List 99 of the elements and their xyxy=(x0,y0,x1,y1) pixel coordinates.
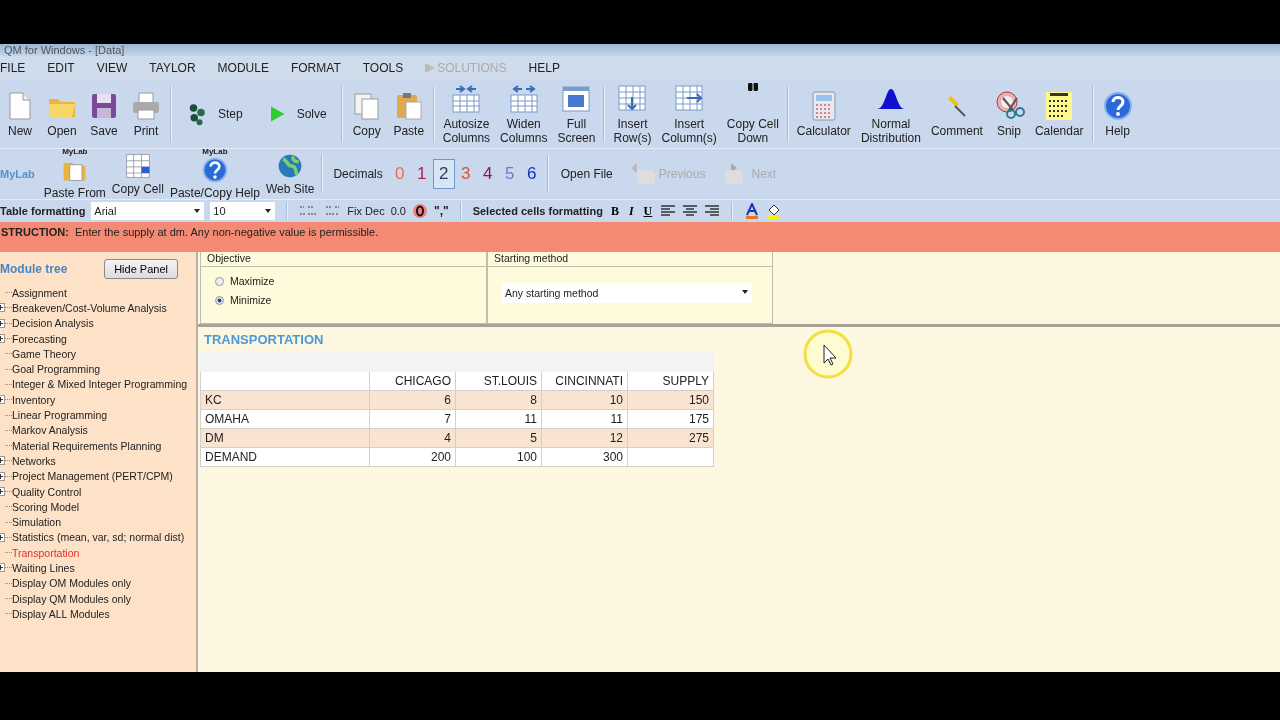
text-style-button[interactable]: U xyxy=(641,203,655,219)
toolbar-button[interactable]: Insert Row(s) xyxy=(609,83,656,145)
toolbar-button[interactable]: Solve xyxy=(254,102,337,126)
menu-item[interactable]: EDIT xyxy=(36,61,86,75)
instruction-bar: STRUCTION: Enter the supply at dm. Any non-negative value is permissible. xyxy=(0,222,1280,252)
table-icon xyxy=(123,152,152,180)
text-style-button[interactable]: B xyxy=(608,203,621,219)
tree-item[interactable]: Forecasting xyxy=(12,332,67,345)
module-tree-title: Module tree xyxy=(0,262,68,276)
menu-item[interactable]: TAYLOR xyxy=(138,61,207,75)
help-icon xyxy=(200,156,229,184)
window-title: QM for Windows - [Data] xyxy=(3,44,125,56)
tree-item[interactable]: Display QM Modules only xyxy=(12,592,132,605)
toolbar-button[interactable]: Comment xyxy=(926,90,987,138)
font-size-dropdown[interactable]: 10 xyxy=(210,202,276,220)
radio-button[interactable] xyxy=(215,295,224,305)
toolbar-button[interactable]: Insert Column(s) xyxy=(657,83,721,145)
toolbar-button[interactable]: MyLab Paste/Copy Help xyxy=(166,148,263,200)
toolbar-button[interactable]: Snip xyxy=(988,90,1029,138)
toolbar-button[interactable]: Save xyxy=(84,90,124,138)
menu-item[interactable]: HELP xyxy=(517,61,571,75)
tree-item[interactable]: Waiting Lines xyxy=(12,562,75,574)
toolbar-button[interactable]: Paste xyxy=(388,90,429,138)
tree-item[interactable]: Display ALL Modules xyxy=(12,607,110,620)
tree-item[interactable]: Inventory xyxy=(12,393,56,406)
tree-item[interactable]: Integer & Mixed Integer Programming xyxy=(12,378,188,391)
align-left-icon[interactable] xyxy=(660,204,677,218)
tree-item[interactable]: Transportation xyxy=(12,546,80,559)
toolbar-button[interactable]: Open File xyxy=(552,167,621,181)
table-icon xyxy=(450,83,483,115)
decimals-option[interactable]: 2 xyxy=(432,159,455,189)
toolbar-button[interactable]: New xyxy=(0,90,40,138)
tree-item[interactable]: Networks xyxy=(12,454,56,467)
toolbar-button[interactable]: Calendar xyxy=(1030,90,1088,138)
tree-item[interactable]: Quality Control xyxy=(12,485,82,498)
tree-item[interactable]: Game Theory xyxy=(12,347,76,360)
toolbar-button[interactable]: Copy Cell xyxy=(108,152,167,196)
tree-item[interactable]: Linear Programming xyxy=(12,409,108,421)
decimals-option[interactable]: 6 xyxy=(520,159,543,189)
decimals-option[interactable]: 4 xyxy=(476,159,499,189)
decimals-label: Decimals xyxy=(333,167,383,181)
window-icon xyxy=(560,83,593,115)
cursor-icon xyxy=(803,329,853,379)
menu-item[interactable]: TOOLS xyxy=(351,61,415,75)
align-right-icon[interactable] xyxy=(704,204,721,218)
tree-item[interactable]: Statistics (mean, var, sd; normal dist) xyxy=(12,531,185,544)
tree-item[interactable]: Goal Programming xyxy=(12,363,101,376)
toolbar-button[interactable]: Open xyxy=(42,90,82,138)
toolbar-button[interactable]: Print xyxy=(126,90,166,138)
toolbar-button[interactable]: Autosize Columns xyxy=(438,83,495,145)
table-icon xyxy=(507,83,540,115)
fix-dec-label: Fix Dec xyxy=(347,205,385,217)
toolbar-button[interactable]: Copy Cell Down xyxy=(722,83,783,145)
decimals-option[interactable]: 1 xyxy=(410,159,433,189)
font-dropdown[interactable]: Arial xyxy=(91,202,205,220)
radio-button[interactable] xyxy=(215,276,224,286)
tree-item[interactable]: Material Requirements Planning xyxy=(12,439,162,452)
tree-item[interactable]: Assignment xyxy=(12,286,67,299)
printer-icon xyxy=(130,90,162,122)
toolbar-button[interactable]: Calculator xyxy=(792,90,855,138)
table-formatting-label: Table formatting xyxy=(0,205,86,217)
mylab-label: MyLab xyxy=(0,168,35,180)
fix-dec-value[interactable]: 0.0 xyxy=(390,205,406,217)
tree-item[interactable]: Decision Analysis xyxy=(12,317,94,330)
tree-item[interactable]: Scoring Model xyxy=(12,500,80,513)
zero-icon[interactable] xyxy=(411,203,428,219)
thousands-separator-button[interactable]: "," xyxy=(433,204,449,218)
menu-item[interactable]: MODULE xyxy=(206,61,280,75)
toolbar-button[interactable]: Normal Distribution xyxy=(856,83,925,145)
toolbar-button[interactable]: Full Screen xyxy=(553,83,600,145)
quote-icon xyxy=(747,83,758,91)
starting-method-title: Starting method xyxy=(494,252,569,264)
toolbar-button[interactable]: MyLab Paste From xyxy=(40,148,109,200)
fill-color-icon[interactable] xyxy=(766,203,783,219)
align-center-icon[interactable] xyxy=(682,204,699,218)
text-style-button[interactable]: I xyxy=(626,203,636,219)
tree-item[interactable]: Project Management (PERT/CPM) xyxy=(12,470,173,483)
play-icon xyxy=(425,63,436,73)
radio-label[interactable]: Minimize xyxy=(230,294,272,306)
selected-cells-formatting-label: Selected cells formatting xyxy=(472,205,603,217)
toolbar-button[interactable]: Step xyxy=(176,102,253,126)
tree-item[interactable]: Markov Analysis xyxy=(12,424,88,437)
toolbar-button[interactable]: Widen Columns xyxy=(496,83,552,145)
tree-item[interactable]: Simulation xyxy=(12,516,62,529)
hide-panel-button[interactable]: Hide Panel xyxy=(104,259,178,279)
toolbar-button[interactable]: Help xyxy=(1097,90,1138,138)
starting-method-dropdown[interactable]: Any starting method xyxy=(502,283,752,303)
menu-item[interactable]: VIEW xyxy=(85,61,139,75)
table-title: TRANSPORTATION xyxy=(203,333,325,347)
toolbar-button[interactable]: Copy xyxy=(346,90,387,138)
objective-title: Objective xyxy=(207,252,251,264)
tree-item[interactable]: Breakeven/Cost-Volume Analysis xyxy=(12,301,167,314)
radio-label[interactable]: Maximize xyxy=(230,275,275,287)
help-icon xyxy=(1101,90,1134,122)
font-color-icon[interactable] xyxy=(744,203,761,219)
toolbar-button[interactable]: Web Site xyxy=(262,152,318,196)
menu-item[interactable]: FILE xyxy=(0,61,37,75)
menu-item[interactable]: FORMAT xyxy=(279,61,352,75)
tree-item[interactable]: Display OM Modules only xyxy=(12,577,132,590)
